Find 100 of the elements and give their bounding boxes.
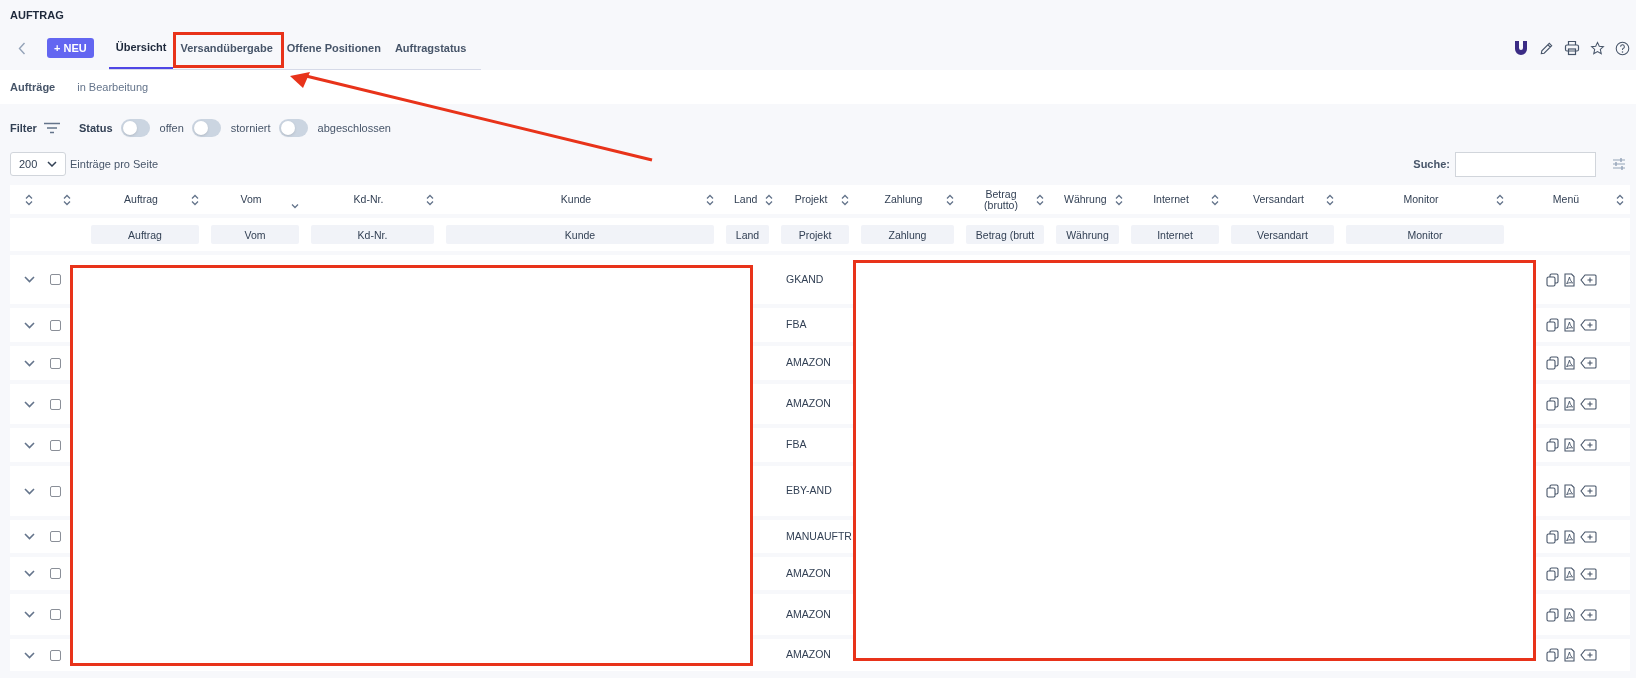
row-checkbox[interactable] xyxy=(50,398,61,410)
column-header[interactable]: Menü xyxy=(1516,194,1616,205)
row-checkbox[interactable] xyxy=(50,274,61,285)
column-header[interactable]: Internet xyxy=(1131,194,1211,205)
pdf-icon[interactable] xyxy=(1564,529,1575,544)
new-button[interactable]: + NEU xyxy=(47,38,94,58)
column-header[interactable]: Auftrag xyxy=(91,194,191,205)
column-header[interactable]: Versandart xyxy=(1231,194,1326,205)
sort-icon[interactable] xyxy=(1114,193,1123,206)
row-checkbox[interactable] xyxy=(50,485,61,497)
tag-plus-icon[interactable] xyxy=(1580,485,1597,497)
column-filter-field[interactable]: Betrag (brutt xyxy=(966,225,1044,244)
row-checkbox[interactable] xyxy=(50,568,61,579)
sort-icon[interactable] xyxy=(706,193,714,206)
sort-icon[interactable] xyxy=(1496,193,1504,206)
row-checkbox[interactable] xyxy=(50,439,61,451)
row-checkbox[interactable] xyxy=(50,319,61,331)
pdf-icon[interactable] xyxy=(1564,397,1575,411)
column-header[interactable]: Land xyxy=(726,194,766,205)
sort-icon[interactable] xyxy=(25,193,33,206)
toggle-switch[interactable] xyxy=(191,119,221,137)
sort-icon[interactable] xyxy=(1036,193,1044,206)
sort-icon[interactable] xyxy=(765,193,774,206)
copy-icon[interactable] xyxy=(1546,272,1559,287)
expand-icon[interactable] xyxy=(23,400,35,408)
column-header[interactable]: Kunde xyxy=(446,194,706,205)
sort-icon[interactable] xyxy=(426,193,434,206)
logo-icon[interactable] xyxy=(1513,40,1529,56)
tab[interactable]: Offene Positionen xyxy=(279,26,388,69)
row-checkbox[interactable] xyxy=(50,609,61,620)
copy-icon[interactable] xyxy=(1546,648,1559,662)
pdf-icon[interactable] xyxy=(1564,566,1575,581)
copy-icon[interactable] xyxy=(1546,318,1559,332)
pdf-icon[interactable] xyxy=(1564,438,1575,452)
pdf-icon[interactable] xyxy=(1564,607,1575,622)
column-filter-field[interactable]: Vom xyxy=(211,225,299,244)
column-filter-field[interactable]: Versandart xyxy=(1231,225,1334,244)
sort-descending-icon[interactable] xyxy=(291,202,299,209)
pdf-icon[interactable] xyxy=(1564,318,1575,332)
tag-plus-icon[interactable] xyxy=(1580,398,1597,410)
column-filter-field[interactable]: Zahlung xyxy=(861,225,954,244)
pdf-icon[interactable] xyxy=(1564,272,1575,287)
pdf-icon[interactable] xyxy=(1564,356,1575,370)
subnav-link[interactable]: Aufträge xyxy=(10,78,56,96)
sort-icon[interactable] xyxy=(946,193,954,206)
tab[interactable]: Auftragstatus xyxy=(387,26,474,69)
tag-plus-icon[interactable] xyxy=(1580,319,1597,331)
tag-plus-icon[interactable] xyxy=(1580,567,1597,580)
tab[interactable]: Versandübergabe xyxy=(173,26,280,69)
expand-icon[interactable] xyxy=(23,359,35,367)
sort-icon[interactable] xyxy=(191,193,199,206)
tag-plus-icon[interactable] xyxy=(1580,530,1597,543)
copy-icon[interactable] xyxy=(1546,356,1559,370)
column-filter-field[interactable]: Monitor xyxy=(1346,225,1504,244)
row-checkbox[interactable] xyxy=(50,531,61,542)
tag-plus-icon[interactable] xyxy=(1580,649,1597,661)
expand-icon[interactable] xyxy=(23,570,35,577)
copy-icon[interactable] xyxy=(1546,397,1559,411)
help-icon[interactable] xyxy=(1615,40,1630,56)
tag-plus-icon[interactable] xyxy=(1580,273,1597,286)
column-filter-field[interactable]: Projekt xyxy=(781,225,849,244)
column-filter-field[interactable]: Auftrag xyxy=(91,225,199,244)
pdf-icon[interactable] xyxy=(1564,484,1575,498)
column-filter-field[interactable]: Land xyxy=(726,225,769,244)
column-filter-field[interactable]: Internet xyxy=(1131,225,1219,244)
column-header[interactable]: Kd-Nr. xyxy=(311,194,426,205)
row-checkbox[interactable] xyxy=(50,357,61,369)
expand-icon[interactable] xyxy=(23,276,35,283)
expand-icon[interactable] xyxy=(23,487,35,495)
tag-plus-icon[interactable] xyxy=(1580,439,1597,451)
back-icon[interactable] xyxy=(18,41,26,55)
subnav-link[interactable]: in Bearbeitung xyxy=(77,78,149,96)
column-filter-field[interactable]: Kd-Nr. xyxy=(311,225,434,244)
expand-icon[interactable] xyxy=(23,651,35,659)
pdf-icon[interactable] xyxy=(1564,648,1575,662)
column-header[interactable]: Projekt xyxy=(781,194,841,205)
column-header[interactable]: Zahlung xyxy=(861,194,946,205)
toggle-switch[interactable] xyxy=(120,119,150,137)
column-filter-field[interactable]: Kunde xyxy=(446,225,714,244)
column-header[interactable]: Betrag (brutto) xyxy=(966,188,1036,211)
expand-icon[interactable] xyxy=(23,533,35,540)
page-size-select[interactable]: 200 xyxy=(10,152,66,176)
copy-icon[interactable] xyxy=(1546,529,1559,544)
print-icon[interactable] xyxy=(1564,40,1580,56)
row-checkbox[interactable] xyxy=(50,649,61,661)
sort-icon[interactable] xyxy=(62,193,71,206)
column-header[interactable]: Vom xyxy=(211,194,291,205)
star-icon[interactable] xyxy=(1590,40,1605,56)
copy-icon[interactable] xyxy=(1546,484,1559,498)
column-header[interactable]: Währung xyxy=(1056,194,1115,205)
column-header[interactable]: Monitor xyxy=(1346,194,1496,205)
tag-plus-icon[interactable] xyxy=(1580,608,1597,621)
expand-icon[interactable] xyxy=(23,611,35,618)
pencil-icon[interactable] xyxy=(1539,40,1554,56)
sort-icon[interactable] xyxy=(1616,193,1624,206)
sort-icon[interactable] xyxy=(841,193,849,206)
expand-icon[interactable] xyxy=(23,321,35,329)
copy-icon[interactable] xyxy=(1546,438,1559,452)
copy-icon[interactable] xyxy=(1546,566,1559,581)
filter-icon[interactable] xyxy=(42,122,61,134)
